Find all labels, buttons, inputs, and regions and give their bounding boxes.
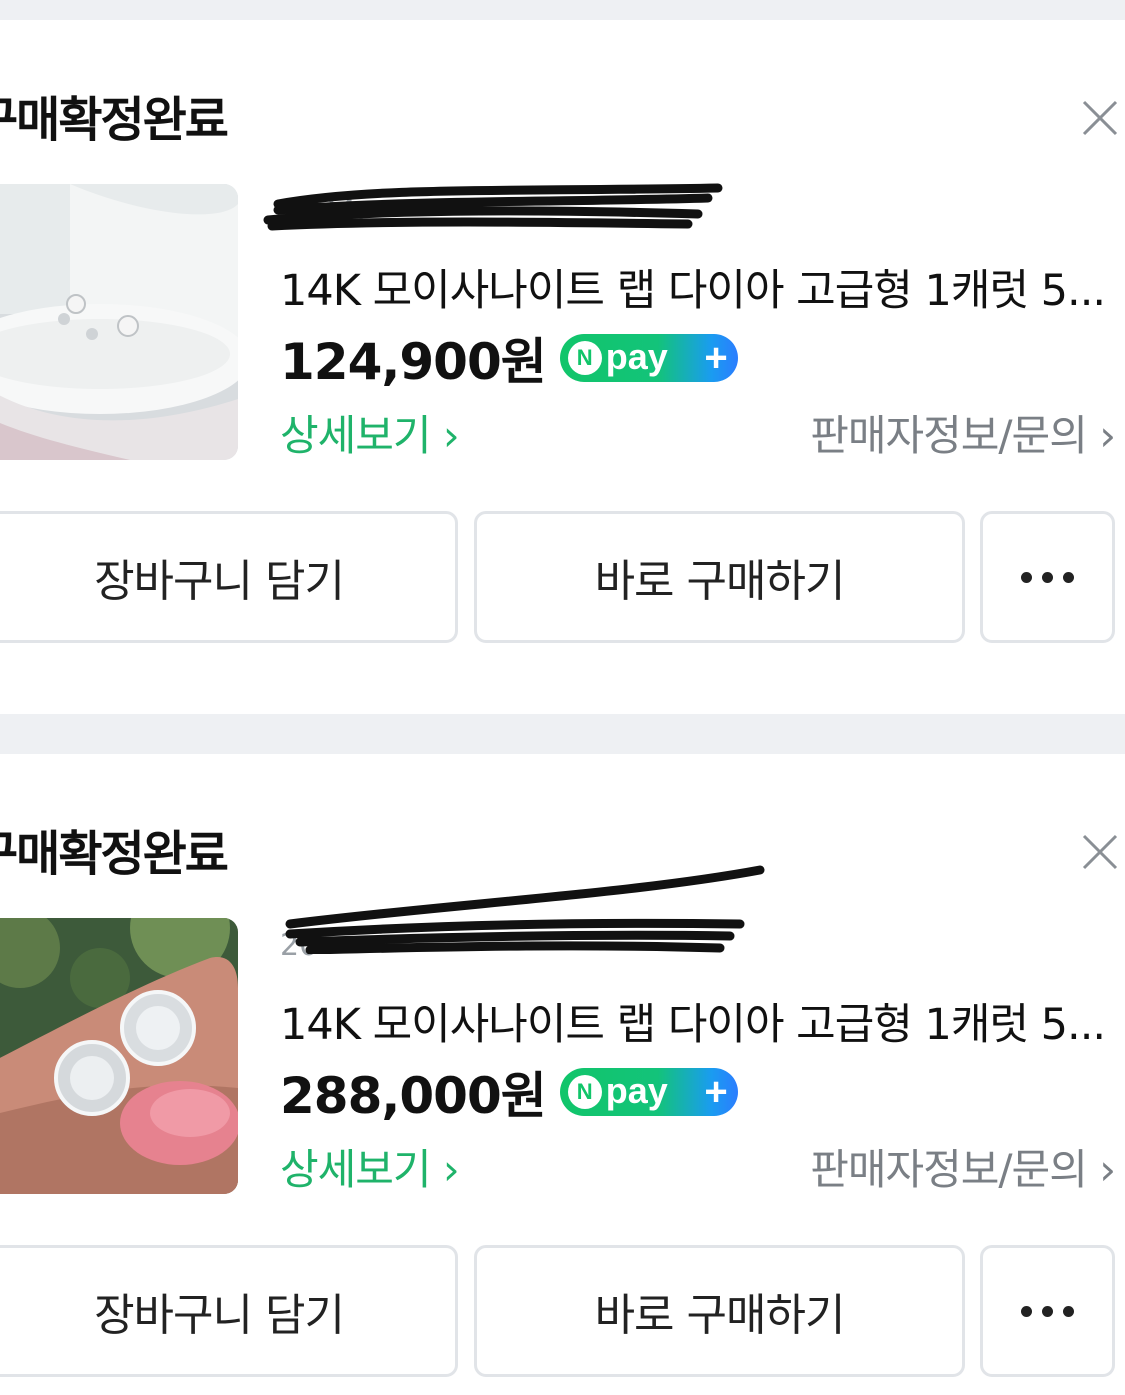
price-row: 124,900원 N pay + [280,328,738,391]
more-dots-icon [1021,571,1074,583]
seller-info-link[interactable]: 판매자정보/문의 › [810,402,1116,463]
seller-info-label: 판매자정보/문의 [810,411,1088,460]
redaction-scribble [285,865,765,954]
detail-link[interactable]: 상세보기 › [280,402,460,463]
product-price: 124,900원 [280,333,547,391]
order-date: 2024. [263,183,740,231]
product-image[interactable] [0,184,238,460]
more-dots-icon [1021,1305,1074,1317]
price-row: 288,000원 N pay + [280,1062,738,1125]
add-to-cart-button[interactable]: 장바구니 담기 [0,1245,458,1377]
npay-plus-badge: N pay + [559,1068,738,1116]
more-options-button[interactable] [980,511,1115,643]
section-separator [0,0,1125,20]
detail-link[interactable]: 상세보기 › [280,1136,460,1197]
npay-label: pay [605,336,668,377]
product-price: 288,000원 [280,1067,547,1125]
buy-now-button[interactable]: 바로 구매하기 [474,1245,965,1377]
chevron-right-icon: › [1099,411,1116,460]
npay-label: pay [605,1070,668,1111]
chevron-right-icon: › [442,411,460,460]
order-date: 20 [280,865,765,964]
npay-plus-badge: N pay + [559,334,738,382]
product-name[interactable]: 14K 모이사나이트 랩 다이아 고급형 1캐럿 5... [280,990,1110,1052]
buy-now-button[interactable]: 바로 구매하기 [474,511,965,643]
add-to-cart-button[interactable]: 장바구니 담기 [0,511,458,643]
redaction-scribble [263,183,723,231]
more-options-button[interactable] [980,1245,1115,1377]
seller-info-label: 판매자정보/문의 [810,1145,1088,1194]
close-icon[interactable] [1078,830,1122,874]
close-icon[interactable] [1078,96,1122,140]
chevron-right-icon: › [1099,1145,1116,1194]
order-status: 구매확정완료 [0,826,229,882]
npay-plus-icon: + [704,1070,728,1114]
npay-n-icon: N [567,1075,602,1109]
detail-link-label: 상세보기 [280,1145,432,1194]
order-card: 구매확정완료 2024. [0,20,1125,660]
order-card: 구매확정완료 20 [0,754,1125,1394]
npay-plus-icon: + [704,336,728,380]
product-image[interactable] [0,918,238,1194]
chevron-right-icon: › [442,1145,460,1194]
npay-n-icon: N [567,341,602,375]
section-separator [0,714,1125,754]
order-status: 구매확정완료 [0,92,229,148]
order-list-page: 구매확정완료 2024. [0,0,1125,1395]
seller-info-link[interactable]: 판매자정보/문의 › [810,1136,1116,1197]
detail-link-label: 상세보기 [280,411,432,460]
product-name[interactable]: 14K 모이사나이트 랩 다이아 고급형 1캐럿 5... [280,256,1110,318]
